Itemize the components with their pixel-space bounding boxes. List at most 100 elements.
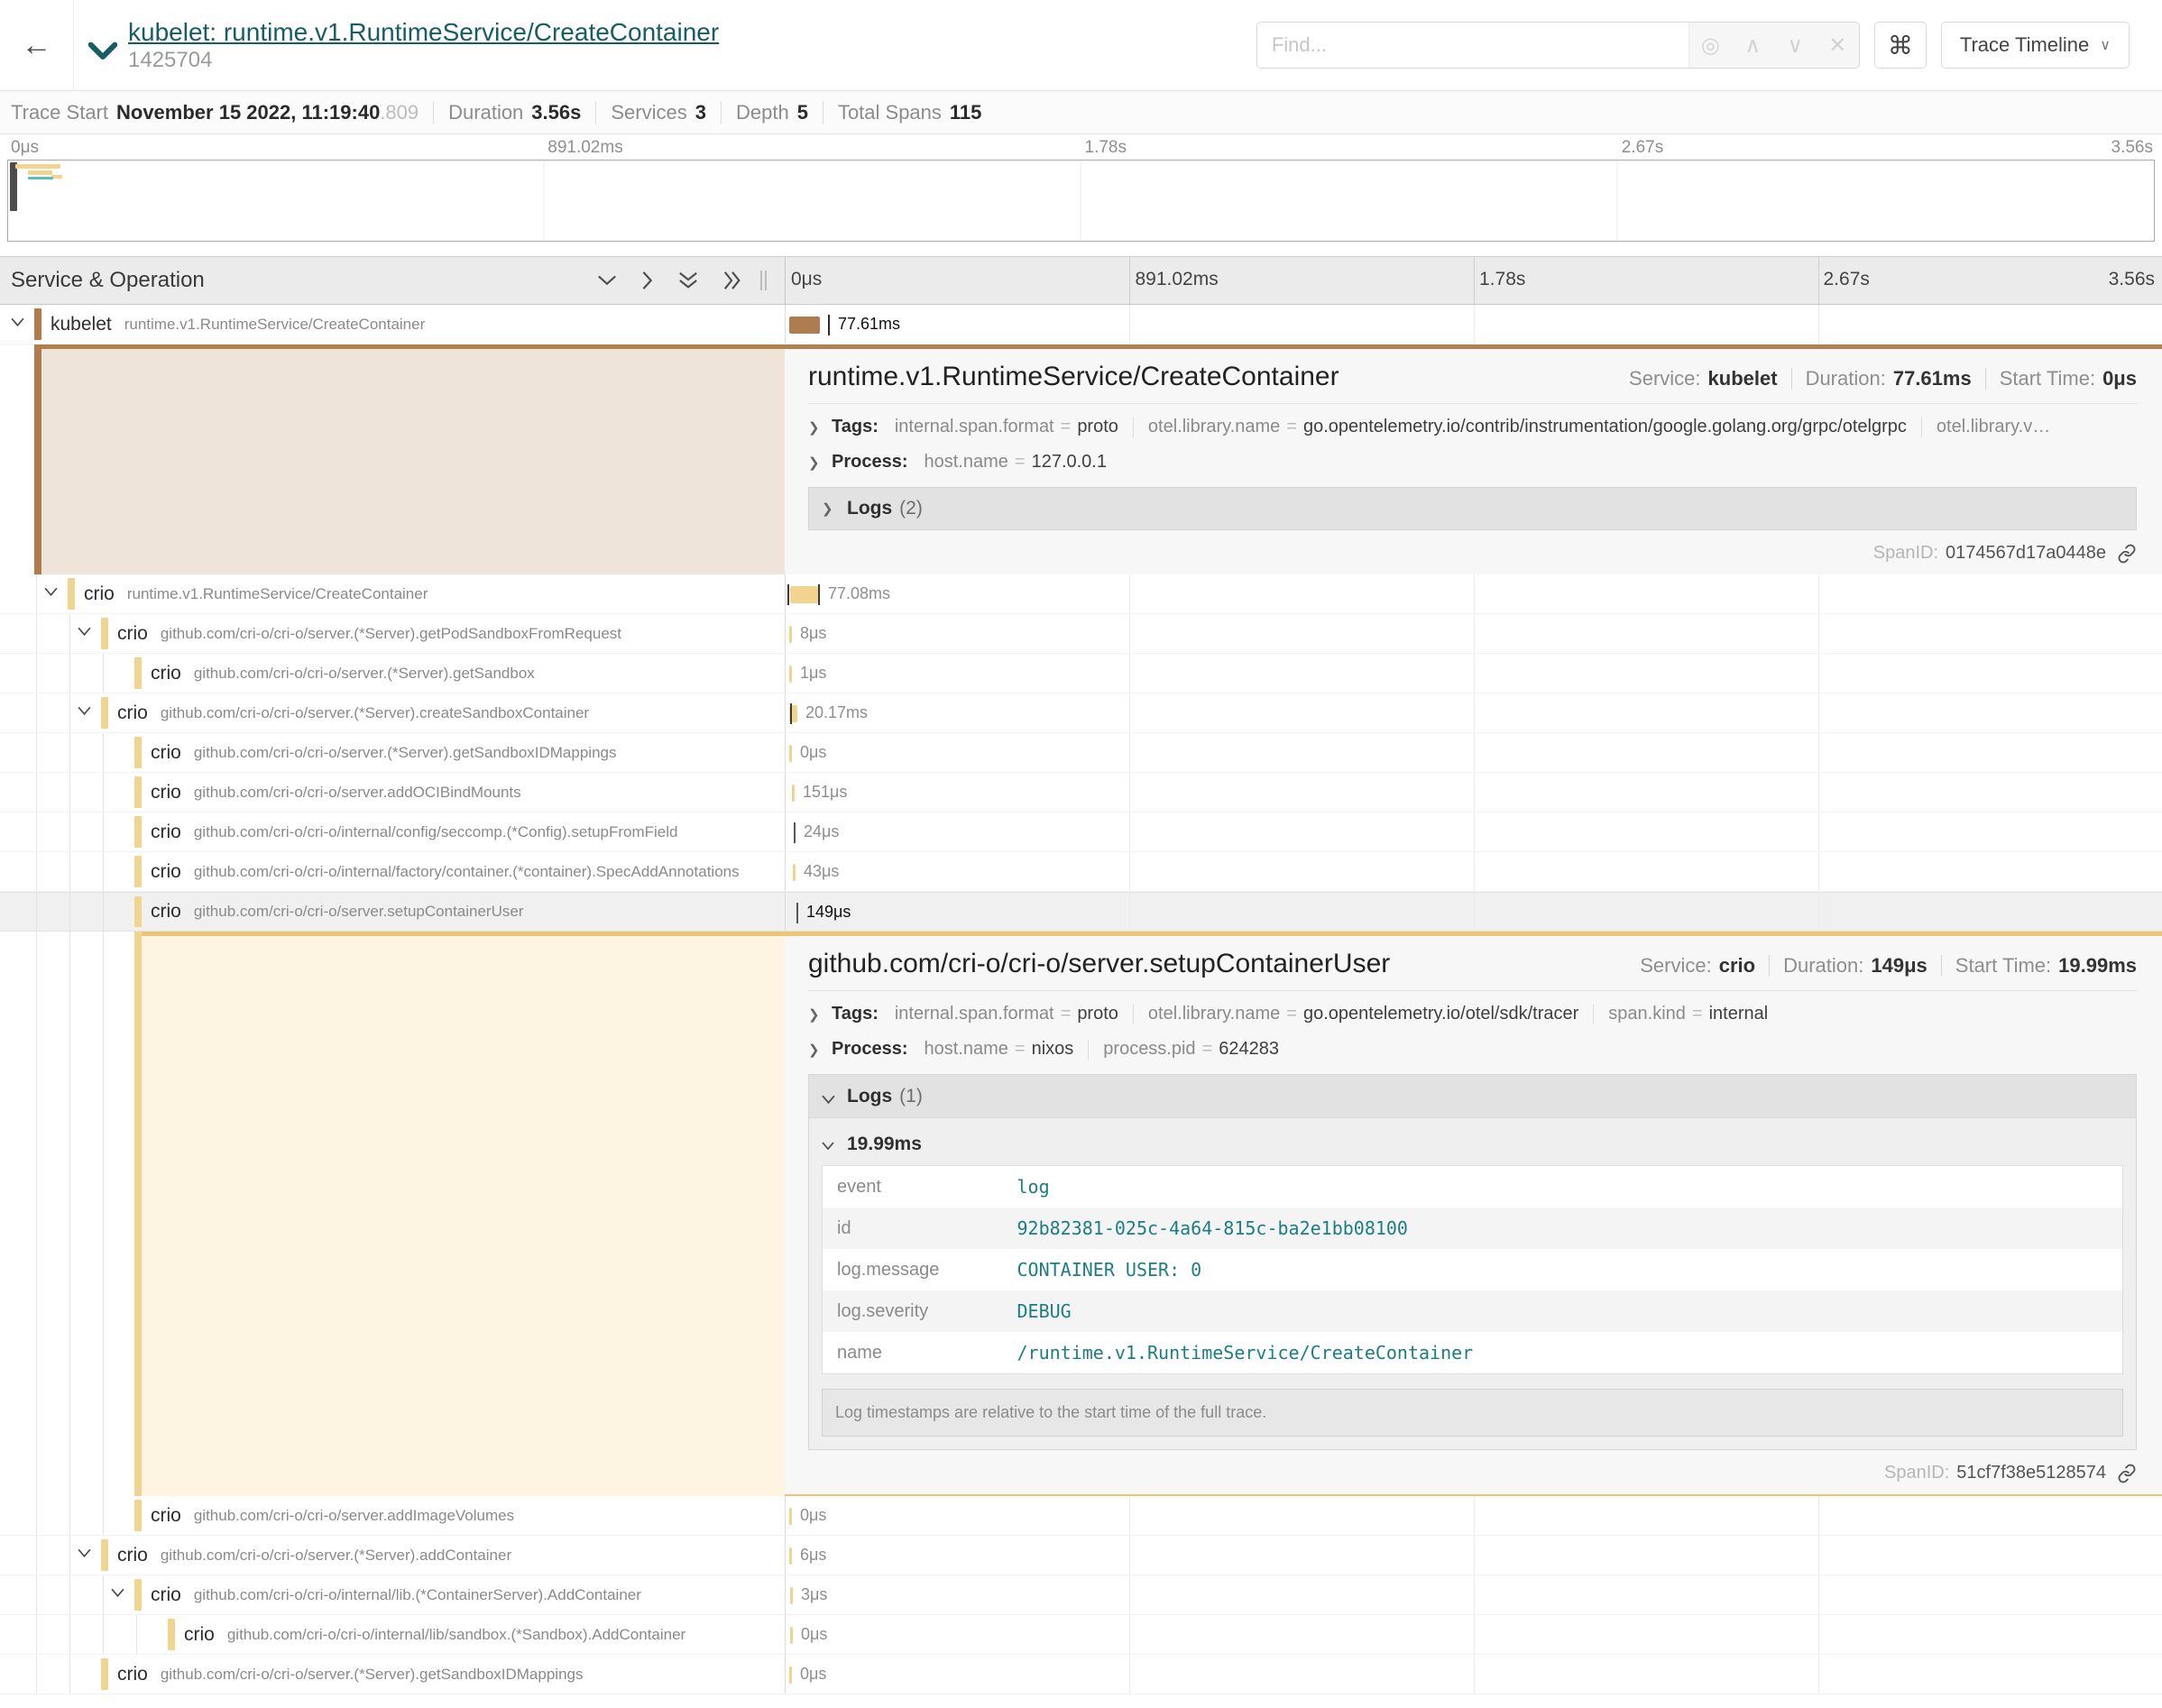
log-field-row[interactable]: id92b82381-025c-4a64-815c-ba2e1bb08100 [823, 1208, 2123, 1249]
chevron-down-icon[interactable] [44, 587, 58, 596]
clear-search-icon[interactable]: ✕ [1817, 32, 1859, 59]
service-color-bar [134, 816, 142, 848]
span-row[interactable]: crio github.com/cri-o/cri-o/server.(*Ser… [0, 1536, 2162, 1575]
log-field-value: /runtime.v1.RuntimeService/CreateContain… [1003, 1332, 2123, 1374]
span-name-cell[interactable]: crio github.com/cri-o/cri-o/server.(*Ser… [0, 1655, 785, 1694]
chevron-down-icon[interactable] [111, 1588, 124, 1597]
view-selector-button[interactable]: Trace Timeline ∨ [1941, 22, 2130, 69]
process-accordion[interactable]: ❯ Process: host.name=127.0.0.1 [808, 452, 2137, 473]
service-value: crio [1719, 954, 1755, 978]
log-field-row[interactable]: log.messageCONTAINER USER: 0 [823, 1249, 2123, 1290]
span-row-group: kubelet runtime.v1.RuntimeService/Create… [0, 305, 2162, 344]
span-row[interactable]: crio github.com/cri-o/cri-o/server.(*Ser… [0, 1655, 2162, 1694]
span-timeline-cell[interactable]: 149μs [785, 893, 2162, 931]
collapse-one-icon[interactable] [597, 274, 617, 287]
chevron-down-icon[interactable] [78, 706, 91, 715]
indent-guide [36, 654, 37, 693]
span-name-cell[interactable]: crio github.com/cri-o/cri-o/server.addIm… [0, 1496, 785, 1535]
span-row[interactable]: crio github.com/cri-o/cri-o/server.(*Ser… [0, 614, 2162, 654]
chevron-down-icon[interactable] [78, 627, 91, 636]
span-timeline-cell[interactable]: 0μs [785, 1655, 2162, 1694]
back-button[interactable]: ← [0, 0, 74, 90]
span-timeline-cell[interactable]: 3μs [785, 1575, 2162, 1614]
process-accordion[interactable]: ❯ Process: host.name=nixosprocess.pid=62… [808, 1039, 2137, 1060]
span-timeline-cell[interactable]: 6μs [785, 1536, 2162, 1575]
span-row[interactable]: crio github.com/cri-o/cri-o/server.setup… [0, 892, 2162, 932]
span-name-cell[interactable]: crio github.com/cri-o/cri-o/internal/lib… [0, 1615, 785, 1654]
chevron-right-icon: ❯ [808, 1006, 832, 1023]
span-row[interactable]: kubelet runtime.v1.RuntimeService/Create… [0, 305, 2162, 344]
span-row[interactable]: crio github.com/cri-o/cri-o/internal/lib… [0, 1615, 2162, 1655]
link-icon[interactable] [2117, 544, 2137, 564]
span-row[interactable]: crio github.com/cri-o/cri-o/server.addOC… [0, 773, 2162, 813]
indent-guide [36, 813, 37, 851]
trace-title-block: kubelet: runtime.v1.RuntimeService/Creat… [88, 17, 719, 73]
span-row[interactable]: crio github.com/cri-o/cri-o/internal/con… [0, 813, 2162, 852]
span-name-cell[interactable]: crio github.com/cri-o/cri-o/server.(*Ser… [0, 1536, 785, 1575]
indent-guide [69, 813, 70, 851]
collapse-all-icon[interactable] [678, 271, 698, 290]
minimap-scrubber-handle[interactable] [10, 162, 17, 211]
prev-match-icon[interactable]: ∧ [1732, 32, 1774, 59]
span-timeline-cell[interactable]: 1μs [785, 654, 2162, 693]
keyboard-shortcuts-button[interactable]: ⌘ [1874, 22, 1927, 69]
span-row[interactable]: crio github.com/cri-o/cri-o/server.addIm… [0, 1496, 2162, 1536]
trace-title-link[interactable]: kubelet: runtime.v1.RuntimeService/Creat… [128, 17, 719, 48]
log-field-row[interactable]: eventlog [823, 1166, 2123, 1208]
indent-guides [0, 344, 34, 574]
chevron-down-icon[interactable] [11, 317, 24, 326]
indent-guide [36, 693, 37, 732]
span-name-cell[interactable]: crio github.com/cri-o/cri-o/internal/fac… [0, 852, 785, 891]
span-timeline-cell[interactable]: 77.08ms [785, 574, 2162, 613]
span-timeline-cell[interactable]: 0μs [785, 733, 2162, 772]
span-name-cell[interactable]: crio github.com/cri-o/cri-o/internal/lib… [0, 1575, 785, 1614]
find-box: ◎ ∧ ∨ ✕ [1256, 22, 1860, 69]
spanid-label: SpanID: [1873, 543, 1938, 564]
minimap-canvas[interactable] [7, 160, 2155, 242]
span-timeline-cell[interactable]: 0μs [785, 1615, 2162, 1654]
span-name-cell[interactable]: crio github.com/cri-o/cri-o/server.setup… [0, 893, 785, 931]
link-icon[interactable] [2117, 1464, 2137, 1483]
span-timeline-cell[interactable]: 24μs [785, 813, 2162, 851]
expand-all-icon[interactable] [722, 271, 742, 290]
span-name-cell[interactable]: crio github.com/cri-o/cri-o/server.(*Ser… [0, 733, 785, 772]
span-name-cell[interactable]: crio github.com/cri-o/cri-o/server.addOC… [0, 773, 785, 812]
process-list: host.name=nixosprocess.pid=624283 [925, 1039, 1280, 1060]
span-name-cell[interactable]: crio github.com/cri-o/cri-o/internal/con… [0, 813, 785, 851]
column-resizer-handle[interactable] [760, 271, 767, 290]
span-row[interactable]: crio runtime.v1.RuntimeService/CreateCon… [0, 574, 2162, 614]
log-field-row[interactable]: name/runtime.v1.RuntimeService/CreateCon… [823, 1332, 2123, 1374]
span-row[interactable]: crio github.com/cri-o/cri-o/server.(*Ser… [0, 654, 2162, 693]
span-row[interactable]: crio github.com/cri-o/cri-o/server.(*Ser… [0, 693, 2162, 733]
locate-icon[interactable]: ◎ [1689, 32, 1732, 59]
tags-accordion[interactable]: ❯ Tags: internal.span.format=protootel.l… [808, 1004, 2137, 1024]
span-timeline-cell[interactable]: 77.61ms [785, 305, 2162, 344]
service-color-bar [101, 1658, 108, 1690]
span-row[interactable]: crio github.com/cri-o/cri-o/internal/fac… [0, 852, 2162, 892]
span-name-cell[interactable]: crio github.com/cri-o/cri-o/server.(*Ser… [0, 654, 785, 693]
log-timestamp-accordion[interactable]: 19.99ms [822, 1124, 2123, 1165]
log-field-row[interactable]: log.severityDEBUG [823, 1290, 2123, 1332]
span-name-cell[interactable]: crio github.com/cri-o/cri-o/server.(*Ser… [0, 614, 785, 653]
logs-count: (2) [899, 498, 923, 519]
span-name-cell[interactable]: crio github.com/cri-o/cri-o/server.(*Ser… [0, 693, 785, 732]
find-input[interactable] [1257, 23, 1688, 68]
span-name-cell[interactable]: kubelet runtime.v1.RuntimeService/Create… [0, 305, 785, 344]
span-row[interactable]: crio github.com/cri-o/cri-o/server.(*Ser… [0, 733, 2162, 773]
span-row[interactable]: crio github.com/cri-o/cri-o/internal/lib… [0, 1575, 2162, 1615]
span-timeline-cell[interactable]: 0μs [785, 1496, 2162, 1535]
span-timeline-cell[interactable]: 43μs [785, 852, 2162, 891]
expand-one-icon[interactable] [641, 271, 654, 290]
collapse-trace-chevron-icon[interactable] [88, 41, 117, 61]
next-match-icon[interactable]: ∨ [1774, 32, 1817, 59]
logs-accordion[interactable]: Logs (1) [809, 1075, 2136, 1118]
chevron-down-icon[interactable] [78, 1548, 91, 1557]
timeline-column-header: Service & Operation 0μs891.02ms1.78s2.67… [0, 256, 2162, 305]
span-timeline-cell[interactable]: 151μs [785, 773, 2162, 812]
indent-guides [0, 932, 134, 1496]
span-name-cell[interactable]: crio runtime.v1.RuntimeService/CreateCon… [0, 574, 785, 613]
span-timeline-cell[interactable]: 20.17ms [785, 693, 2162, 732]
logs-accordion[interactable]: ❯ Logs (2) [808, 487, 2137, 530]
span-timeline-cell[interactable]: 8μs [785, 614, 2162, 653]
tags-accordion[interactable]: ❯ Tags: internal.span.format=protootel.l… [808, 417, 2137, 437]
